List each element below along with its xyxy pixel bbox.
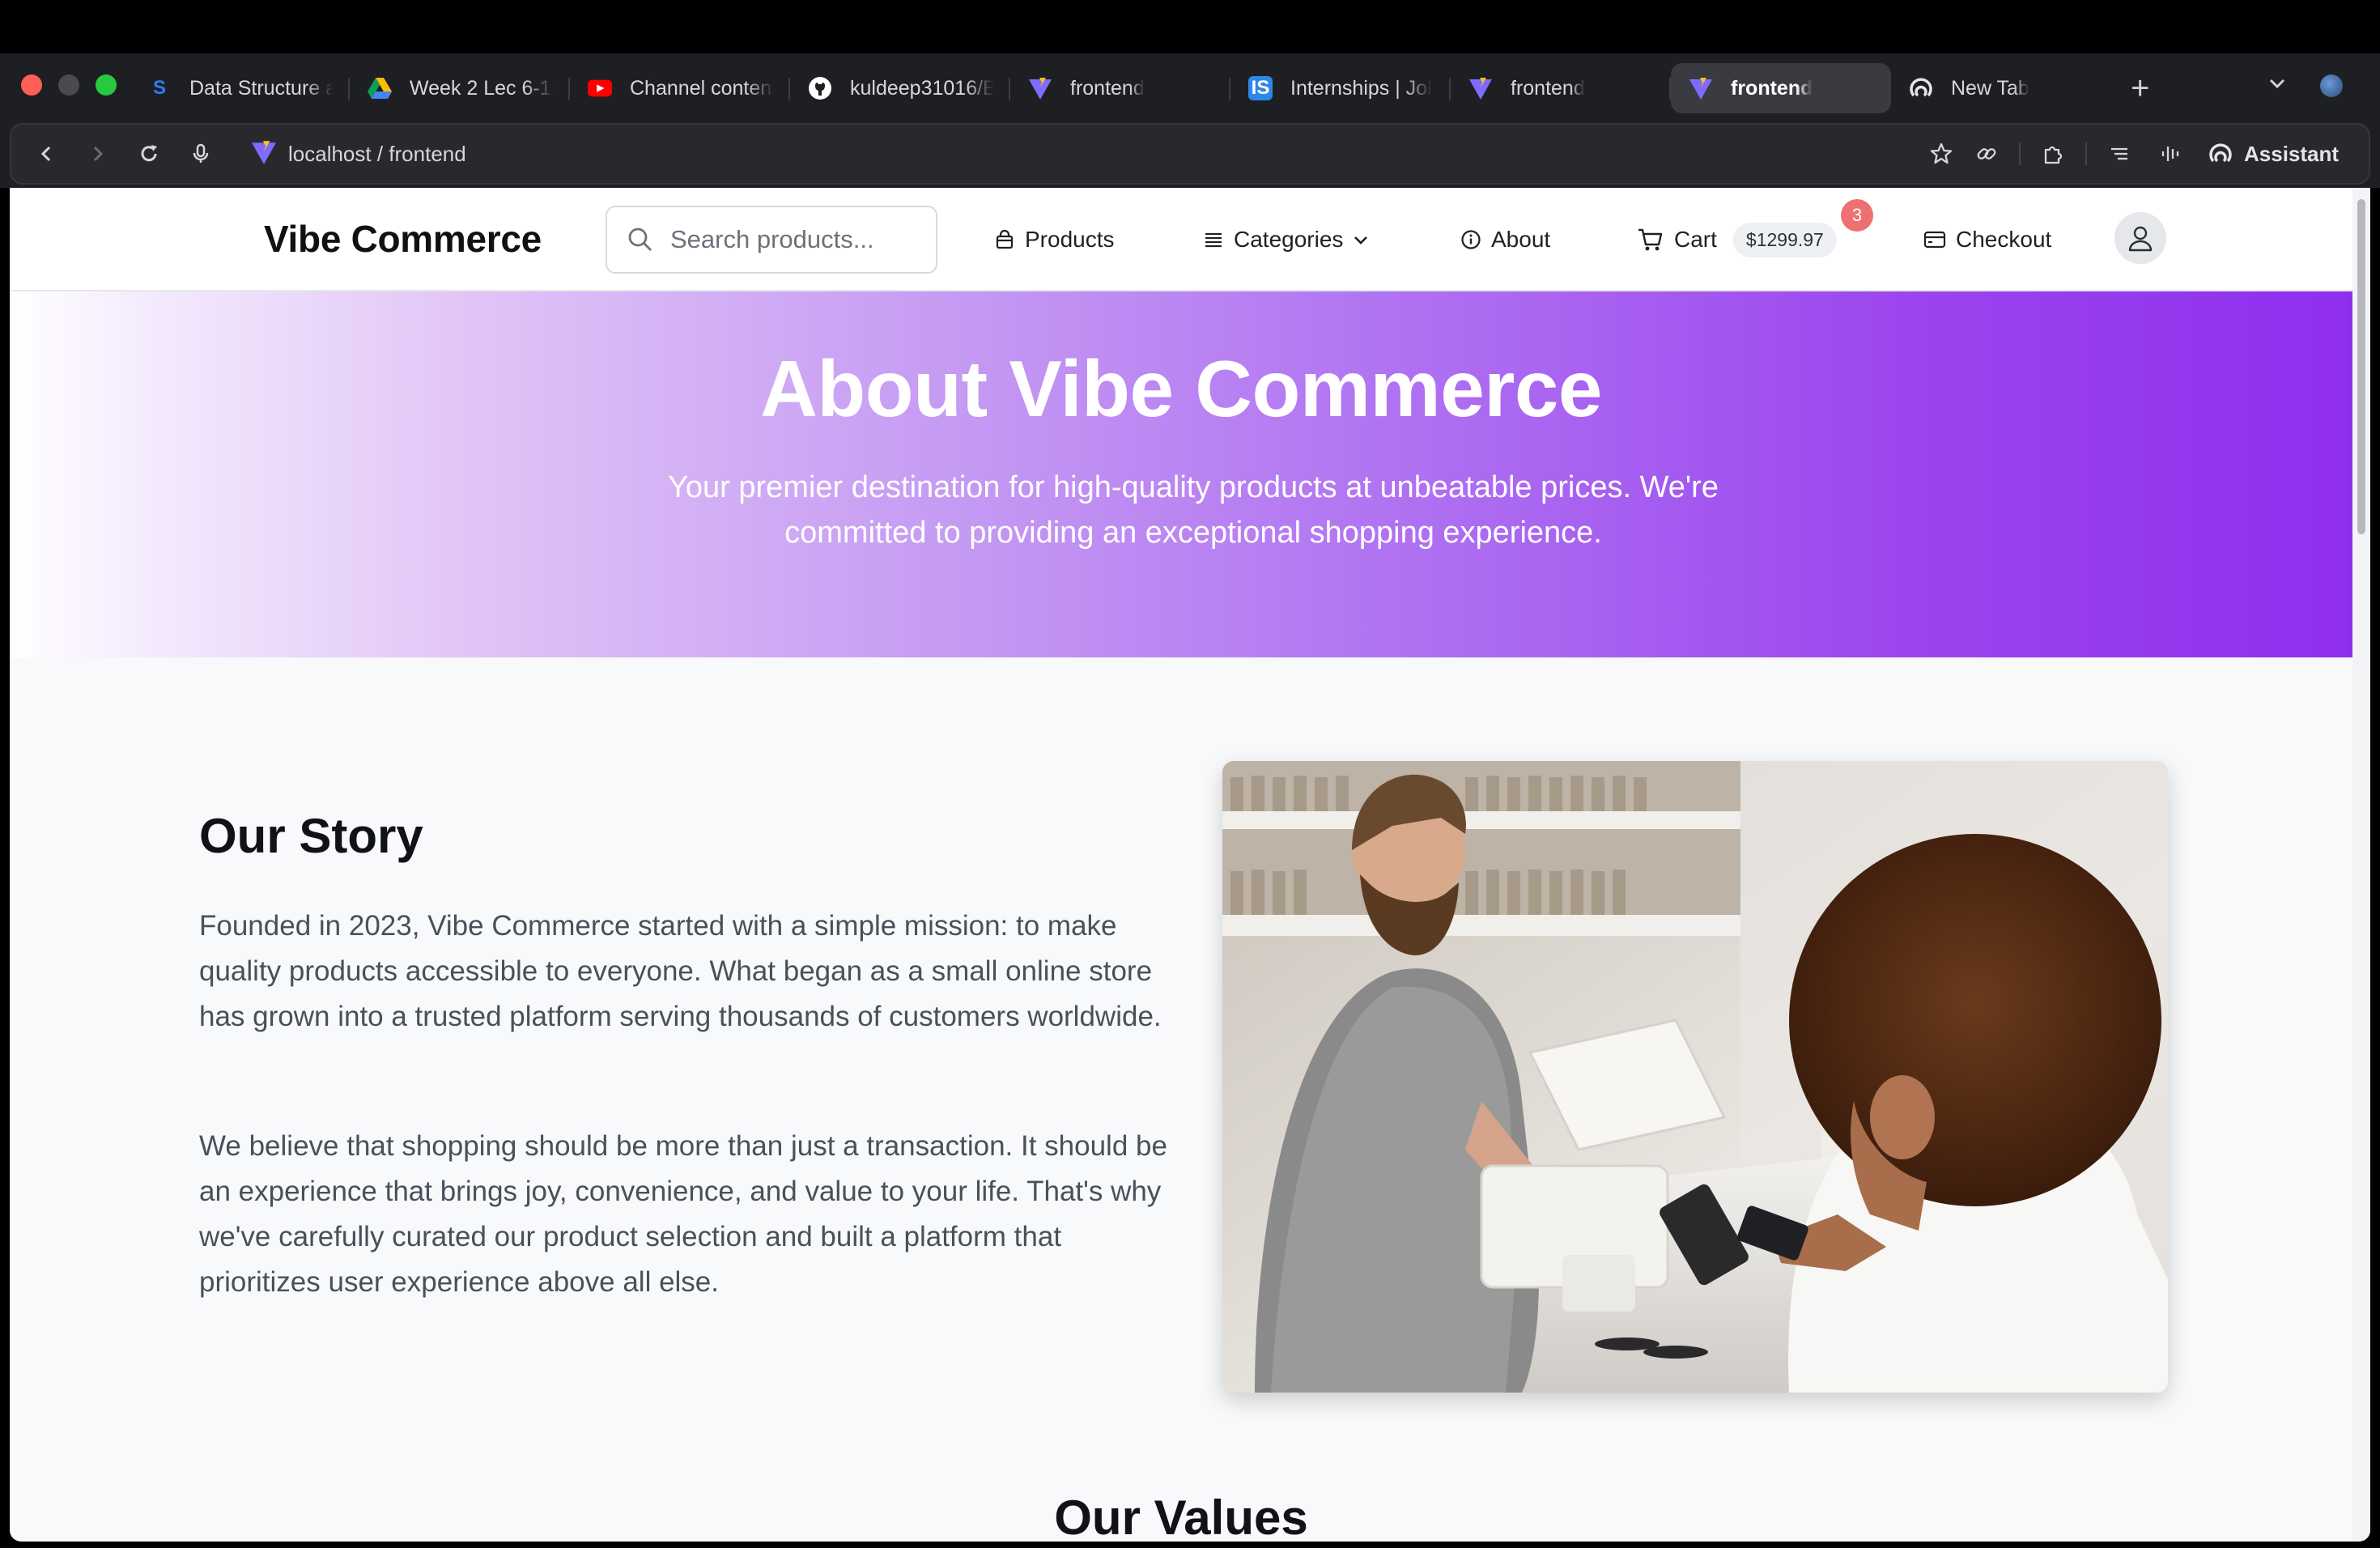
hero-title: About Vibe Commerce [760, 344, 1602, 433]
close-window-button[interactable] [21, 74, 42, 96]
nav-cart-label: Cart [1674, 227, 1717, 252]
search-input[interactable] [670, 225, 913, 254]
profile-icon[interactable] [2320, 74, 2343, 97]
nav-cart-link[interactable]: Cart $1299.97 [1637, 219, 1837, 261]
vite-icon [1689, 76, 1713, 100]
our-story-paragraph-1: Founded in 2023, Vibe Commerce started w… [199, 910, 1162, 1032]
link-icon[interactable] [1970, 138, 2003, 170]
nav-categories-label: Categories [1234, 227, 1344, 252]
maximize-window-button[interactable] [96, 74, 117, 96]
user-icon [2128, 226, 2153, 252]
tab-label: Channel content [630, 76, 774, 100]
nav-categories-dropdown[interactable]: Categories [1203, 219, 1371, 261]
tab-label: frontend [1731, 76, 1813, 100]
s-logo-icon: S [152, 77, 166, 99]
vite-icon [1028, 76, 1052, 100]
forward-arrow-icon[interactable] [81, 138, 113, 170]
site-navbar: Vibe Commerce Products Categories About … [10, 188, 2352, 291]
our-story-heading: Our Story [199, 809, 423, 863]
shopping-cart-icon [1638, 228, 1663, 251]
list-icon [1205, 232, 1222, 248]
tab-new-tab[interactable]: New Tab [1891, 63, 2111, 113]
page-viewport: Vibe Commerce Products Categories About … [10, 188, 2370, 1542]
tab-label: frontend [1511, 76, 1585, 100]
nav-products-link[interactable]: Products [994, 219, 1115, 261]
search-icon [628, 228, 652, 251]
assistant-label: Assistant [2244, 141, 2340, 166]
extensions-puzzle-icon[interactable] [2037, 138, 2069, 170]
tab-week-2-lec[interactable]: Week 2 Lec 6-1( [350, 63, 570, 113]
nav-checkout-link[interactable]: Checkout [1923, 219, 2051, 261]
assistant-button[interactable]: Assistant [2208, 138, 2339, 170]
vite-icon [1468, 76, 1493, 100]
our-values-heading: Our Values [1054, 1491, 1308, 1542]
url-text[interactable]: localhost / frontend [288, 139, 466, 168]
google-drive-icon [368, 76, 392, 100]
reading-list-icon[interactable] [2103, 138, 2136, 170]
toolbar-divider [2019, 142, 2021, 165]
new-tab-plus-icon[interactable]: + [2131, 68, 2149, 108]
brand-logo[interactable]: Vibe Commerce [264, 217, 542, 261]
store-checkout-photo [1222, 761, 2168, 1393]
nav-about-link[interactable]: About [1460, 219, 1550, 261]
github-icon [808, 76, 832, 100]
nav-products-label: Products [1025, 227, 1115, 252]
vite-icon [251, 139, 277, 169]
tab-frontend-2[interactable]: frontend [1451, 63, 1671, 113]
user-avatar-button[interactable] [2114, 212, 2166, 264]
credit-card-icon [1923, 231, 1946, 249]
tab-frontend-active[interactable]: frontend [1671, 63, 1891, 113]
tab-github[interactable]: kuldeep31016/E [790, 63, 1010, 113]
nav-about-label: About [1491, 227, 1551, 252]
tab-label: kuldeep31016/E [850, 76, 994, 100]
tab-label: Data Structure a [189, 76, 334, 100]
bookmark-star-icon[interactable] [1925, 138, 1957, 170]
scrollbar-thumb[interactable] [2357, 199, 2365, 534]
tab-label: Internships | Jol [1290, 76, 1432, 100]
about-hero-banner: About Vibe Commerce Your premier destina… [10, 291, 2352, 657]
internshala-icon: IS [1248, 76, 1273, 100]
os-top-bar [0, 0, 2380, 53]
search-box[interactable] [606, 206, 937, 274]
cart-total: $1299.97 [1732, 222, 1837, 257]
back-arrow-icon[interactable] [31, 138, 63, 170]
tab-strip: S Data Structure a Week 2 Lec 6-1( Chann… [130, 62, 2250, 115]
tab-channel-content[interactable]: Channel content [570, 63, 790, 113]
tab-list-chevron-icon[interactable] [2267, 73, 2288, 98]
toolbar-divider [2085, 142, 2087, 165]
microphone-icon[interactable] [185, 138, 217, 170]
chevron-down-icon [1354, 236, 1368, 245]
tab-label: frontend [1070, 76, 1145, 100]
tab-frontend-1[interactable]: frontend [1010, 63, 1230, 113]
nav-checkout-label: Checkout [1956, 227, 2052, 252]
page-scrollbar[interactable] [2352, 188, 2370, 1542]
shopping-bag-icon [996, 229, 1014, 249]
assistant-icon [2209, 143, 2232, 163]
our-story-paragraph-2: We believe that shopping should be more … [199, 1130, 1167, 1298]
cart-count-badge: 3 [1841, 199, 1873, 232]
assistant-icon [1909, 76, 1933, 100]
audio-wave-icon[interactable] [2155, 138, 2187, 170]
tab-label: New Tab [1951, 76, 2029, 100]
minimize-window-button[interactable] [58, 74, 79, 96]
tab-label: Week 2 Lec 6-1( [410, 76, 554, 100]
youtube-icon [588, 76, 612, 100]
tab-internships[interactable]: IS Internships | Jol [1230, 63, 1451, 113]
reload-icon[interactable] [133, 138, 165, 170]
tab-data-structure[interactable]: S Data Structure a [130, 63, 350, 113]
info-icon [1461, 230, 1481, 249]
hero-subtitle: Your premier destination for high-qualit… [668, 470, 1719, 550]
